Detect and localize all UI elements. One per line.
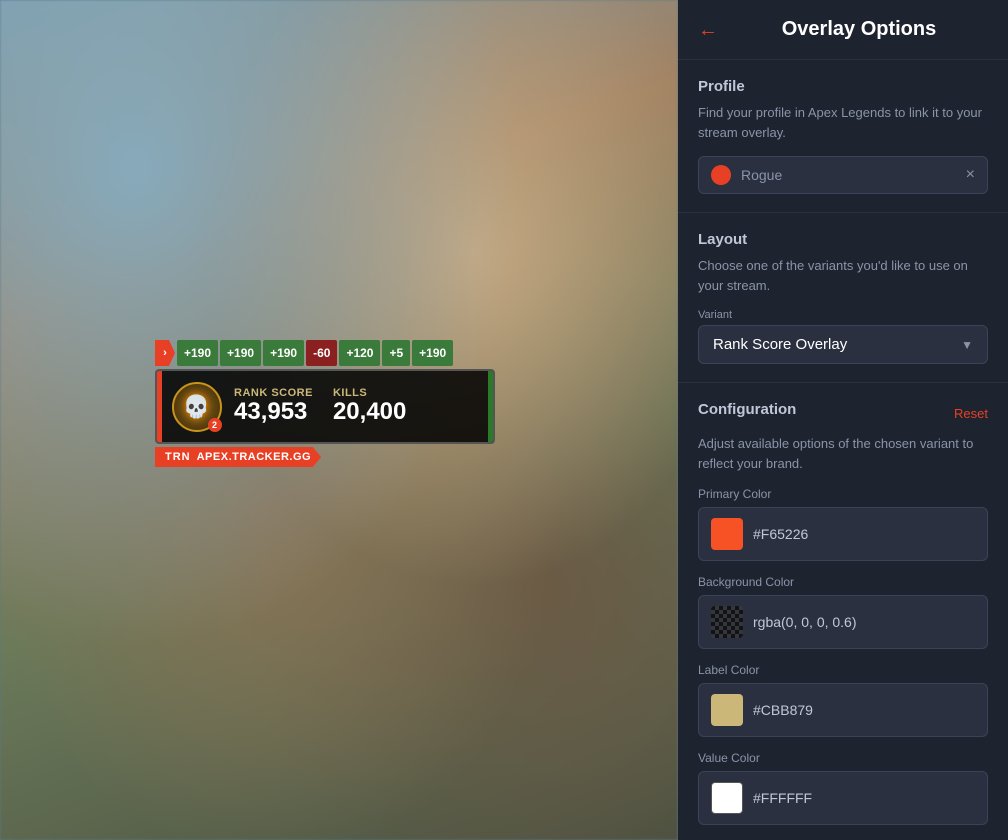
value-color-value: #FFFFFF: [753, 790, 812, 806]
score-arrow: ›: [155, 340, 175, 366]
profile-section-title: Profile: [698, 78, 988, 95]
primary-color-field[interactable]: #F65226: [698, 507, 988, 561]
game-panel: › +190 +190 +190 -60 +120 +5 +190 💀 2 RA…: [0, 0, 678, 840]
primary-color-row: Primary Color #F65226: [698, 487, 988, 561]
clear-search-button[interactable]: ×: [966, 167, 975, 183]
overlay-widget: › +190 +190 +190 -60 +120 +5 +190 💀 2 RA…: [155, 340, 495, 467]
kills-block: KILLS 20,400: [333, 387, 406, 425]
value-color-field[interactable]: #FFFFFF: [698, 771, 988, 825]
variant-dropdown-label: Variant: [698, 309, 988, 321]
profile-icon: [711, 165, 731, 185]
profile-section-desc: Find your profile in Apex Legends to lin…: [698, 103, 988, 142]
rank-number-badge: 2: [208, 418, 222, 432]
label-color-value: #CBB879: [753, 702, 813, 718]
rank-icon: 💀 2: [169, 379, 224, 434]
back-button[interactable]: ←: [698, 20, 718, 40]
trn-footer: TRN APEX.TRACKER.GG: [155, 447, 321, 467]
label-color-row: Label Color #CBB879: [698, 663, 988, 737]
label-color-swatch: [711, 694, 743, 726]
profile-section: Profile Find your profile in Apex Legend…: [678, 60, 1008, 213]
primary-color-value: #F65226: [753, 526, 808, 542]
reset-button[interactable]: Reset: [954, 406, 988, 421]
label-color-field[interactable]: #CBB879: [698, 683, 988, 737]
score-pill-6: +5: [382, 340, 410, 366]
score-pill-5: +120: [339, 340, 380, 366]
configuration-section: Configuration Reset Adjust available opt…: [678, 383, 1008, 840]
chevron-down-icon: ▼: [961, 338, 973, 352]
stats-area: RANK SCORE 43,953 KILLS 20,400: [234, 387, 481, 425]
bg-color-label: Background Color: [698, 575, 988, 589]
layout-section: Layout Choose one of the variants you'd …: [678, 213, 1008, 383]
score-pill-4: -60: [306, 340, 337, 366]
label-color-label: Label Color: [698, 663, 988, 677]
primary-color-label: Primary Color: [698, 487, 988, 501]
value-color-row: Value Color #FFFFFF: [698, 751, 988, 825]
trn-url: APEX.TRACKER.GG: [197, 451, 311, 463]
options-header: ← Overlay Options: [678, 0, 1008, 60]
rank-score-value: 43,953: [234, 399, 313, 425]
bg-color-swatch: [711, 606, 743, 638]
config-section-title: Configuration: [698, 401, 796, 418]
main-stat-card: 💀 2 RANK SCORE 43,953 KILLS 20,400: [155, 369, 495, 444]
config-header: Configuration Reset: [698, 401, 988, 426]
config-section-desc: Adjust available options of the chosen v…: [698, 434, 988, 473]
primary-color-swatch: [711, 518, 743, 550]
bg-color-row: Background Color rgba(0, 0, 0, 0.6): [698, 575, 988, 649]
score-pill-7: +190: [412, 340, 453, 366]
score-pill-1: +190: [177, 340, 218, 366]
score-bars: › +190 +190 +190 -60 +120 +5 +190: [155, 340, 495, 366]
layout-section-title: Layout: [698, 231, 988, 248]
bg-color-field[interactable]: rgba(0, 0, 0, 0.6): [698, 595, 988, 649]
score-pill-2: +190: [220, 340, 261, 366]
rank-skull-icon: 💀: [183, 394, 210, 420]
profile-search-input[interactable]: [741, 167, 956, 183]
options-title: Overlay Options: [730, 18, 988, 41]
kills-value: 20,400: [333, 399, 406, 425]
score-pill-3: +190: [263, 340, 304, 366]
value-color-label: Value Color: [698, 751, 988, 765]
profile-search-box[interactable]: ×: [698, 156, 988, 194]
options-panel: ← Overlay Options Profile Find your prof…: [678, 0, 1008, 840]
rank-score-block: RANK SCORE 43,953: [234, 387, 313, 425]
variant-dropdown[interactable]: Rank Score Overlay ▼: [698, 325, 988, 364]
bg-color-value: rgba(0, 0, 0, 0.6): [753, 614, 857, 630]
variant-dropdown-value: Rank Score Overlay: [713, 336, 847, 353]
layout-section-desc: Choose one of the variants you'd like to…: [698, 256, 988, 295]
trn-logo: TRN: [165, 451, 191, 463]
rank-icon-inner: 💀 2: [172, 382, 222, 432]
value-color-swatch: [711, 782, 743, 814]
